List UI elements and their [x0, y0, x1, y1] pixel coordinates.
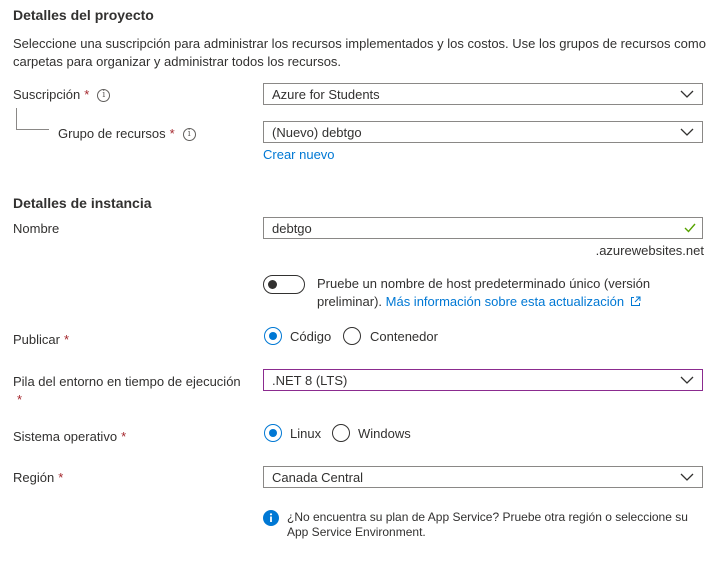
chevron-down-icon: [680, 128, 694, 136]
resource-group-label: Grupo de recursos * i: [58, 126, 196, 142]
runtime-label-text: Pila del entorno en tiempo de ejecución: [13, 374, 241, 389]
learn-more-link-text: Más información sobre esta actualización: [385, 294, 625, 309]
subscription-label: Suscripción * i: [13, 87, 111, 103]
publish-label: Publicar *: [13, 332, 69, 347]
info-icon[interactable]: i: [97, 89, 111, 103]
region-dropdown[interactable]: Canada Central: [263, 466, 703, 488]
project-details-description: Seleccione una suscripción para administ…: [13, 36, 706, 69]
unique-hostname-text: Pruebe un nombre de host predeterminado …: [317, 275, 712, 311]
chevron-down-icon: [680, 376, 694, 384]
required-marker: *: [63, 332, 70, 347]
region-info-line2: App Service Environment.: [287, 525, 426, 539]
publish-container-radio[interactable]: [343, 327, 361, 345]
publish-label-text: Publicar: [13, 332, 60, 347]
region-label: Región *: [13, 470, 63, 485]
region-info-message: ¿No encuentra su plan de App Service? Pr…: [287, 510, 707, 540]
subscription-dropdown[interactable]: Azure for Students: [263, 83, 703, 105]
os-windows-radio[interactable]: [332, 424, 350, 442]
name-input[interactable]: debtgo: [263, 217, 703, 239]
checkmark-icon: [684, 223, 696, 233]
region-label-text: Región: [13, 470, 55, 485]
runtime-stack-dropdown[interactable]: .NET 8 (LTS): [263, 369, 703, 391]
unique-hostname-toggle[interactable]: [263, 275, 305, 294]
region-info-line1: ¿No encuentra su plan de App Service? Pr…: [287, 510, 688, 524]
instance-details-heading: Detalles de instancia: [13, 195, 152, 211]
os-label: Sistema operativo *: [13, 429, 126, 444]
os-windows-label: Windows: [358, 426, 411, 441]
required-marker: *: [84, 87, 90, 102]
runtime-value: .NET 8 (LTS): [272, 373, 348, 388]
toggle-knob: [268, 280, 277, 289]
resource-group-label-text: Grupo de recursos: [58, 126, 166, 141]
tree-connector: [16, 108, 49, 130]
create-new-link[interactable]: Crear nuevo: [263, 147, 335, 162]
info-icon[interactable]: i: [182, 128, 196, 142]
required-marker: *: [58, 470, 64, 485]
os-label-text: Sistema operativo: [13, 429, 118, 444]
project-details-heading: Detalles del proyecto: [13, 7, 154, 23]
chevron-down-icon: [680, 90, 694, 98]
required-marker: *: [121, 429, 127, 444]
region-value: Canada Central: [272, 470, 364, 485]
runtime-label: Pila del entorno en tiempo de ejecución *: [13, 373, 253, 409]
resource-group-value: (Nuevo) debtgo: [272, 125, 362, 140]
publish-code-radio[interactable]: [264, 327, 282, 345]
os-linux-label: Linux: [290, 426, 322, 441]
os-linux-radio[interactable]: [264, 424, 282, 442]
info-filled-icon: [263, 510, 279, 526]
chevron-down-icon: [680, 473, 694, 481]
hostname-text-line1: Pruebe un nombre de host predeterminado …: [317, 276, 651, 291]
hostname-text-line2: preliminar).: [317, 294, 383, 309]
required-marker: *: [17, 392, 23, 407]
external-link-icon: [630, 296, 641, 306]
learn-more-link[interactable]: Más información sobre esta actualización: [386, 294, 641, 309]
name-value: debtgo: [272, 221, 312, 236]
subscription-value: Azure for Students: [272, 87, 380, 102]
name-label: Nombre: [13, 221, 60, 236]
subscription-label-text: Suscripción: [13, 87, 81, 102]
domain-suffix: .azurewebsites.net: [595, 243, 704, 258]
required-marker: *: [169, 126, 175, 141]
publish-code-label: Código: [290, 329, 332, 344]
resource-group-dropdown[interactable]: (Nuevo) debtgo: [263, 121, 703, 143]
publish-container-label: Contenedor: [370, 329, 438, 344]
